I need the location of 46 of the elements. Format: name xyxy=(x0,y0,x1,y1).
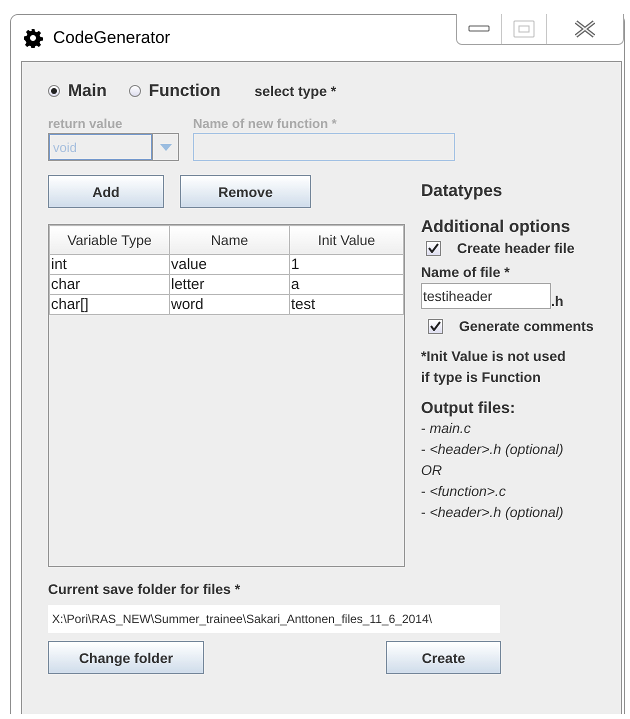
output-file-text: - <header>.h (optional) xyxy=(421,440,564,459)
gear-icon xyxy=(23,28,43,48)
checkbox-option[interactable]: Create header file xyxy=(421,240,615,256)
section-heading: Output files: xyxy=(421,400,516,418)
output-file-text: - <function>.c xyxy=(421,482,507,501)
table-action-button[interactable]: Remove xyxy=(180,175,311,208)
table-cell: char[] xyxy=(50,294,170,314)
field-label: Name of file * xyxy=(421,264,511,280)
table-cell: char xyxy=(50,274,170,294)
section-heading: Additional options xyxy=(421,217,572,237)
table-cell: test xyxy=(290,294,404,314)
folder-path-field: X:\Pori\RAS_NEW\Summer_trainee\Sakari_Anttonen_files_11_6_2014\ xyxy=(48,605,500,633)
note-text: *Init Value is not used xyxy=(421,347,567,366)
table-cell: int xyxy=(50,254,170,274)
field-label: return value xyxy=(48,116,124,133)
note-text: if type is Function xyxy=(421,368,542,387)
caret-icon xyxy=(160,144,172,150)
check-icon xyxy=(430,321,441,331)
field-label: Current save folder for files * xyxy=(48,581,242,597)
table-cell: value xyxy=(170,254,290,274)
table-cell: a xyxy=(290,274,404,294)
output-file-text: - <header>.h (optional) xyxy=(421,503,564,522)
column-header[interactable]: Init Value xyxy=(290,226,404,254)
table-cell: word xyxy=(170,294,290,314)
field-label: Name of new function * xyxy=(193,116,338,133)
extension-label: .h xyxy=(551,293,564,309)
checkbox-option[interactable]: Generate comments xyxy=(421,318,615,334)
maximize-icon xyxy=(513,20,535,38)
column-header[interactable]: Variable Type xyxy=(50,226,170,254)
field-label: select type * xyxy=(254,83,336,99)
section-heading: Datatypes xyxy=(421,181,504,202)
action-button[interactable]: Change folder xyxy=(48,641,204,674)
minimize-icon xyxy=(468,25,490,33)
check-icon xyxy=(428,243,439,253)
close-icon xyxy=(573,20,597,38)
table-cell: letter xyxy=(170,274,290,294)
radio-option[interactable]: Function xyxy=(128,81,220,101)
action-button[interactable]: Create xyxy=(386,641,501,674)
output-file-text: - main.c xyxy=(421,419,472,438)
table-cell: 1 xyxy=(290,254,404,274)
radio-option[interactable]: Main xyxy=(48,81,107,101)
window-title: CodeGenerator xyxy=(53,28,170,48)
output-file-text: OR xyxy=(421,461,443,480)
column-header[interactable]: Name xyxy=(170,226,290,254)
table-action-button[interactable]: Add xyxy=(48,175,164,208)
file-name-field[interactable]: testiheader xyxy=(421,283,551,309)
